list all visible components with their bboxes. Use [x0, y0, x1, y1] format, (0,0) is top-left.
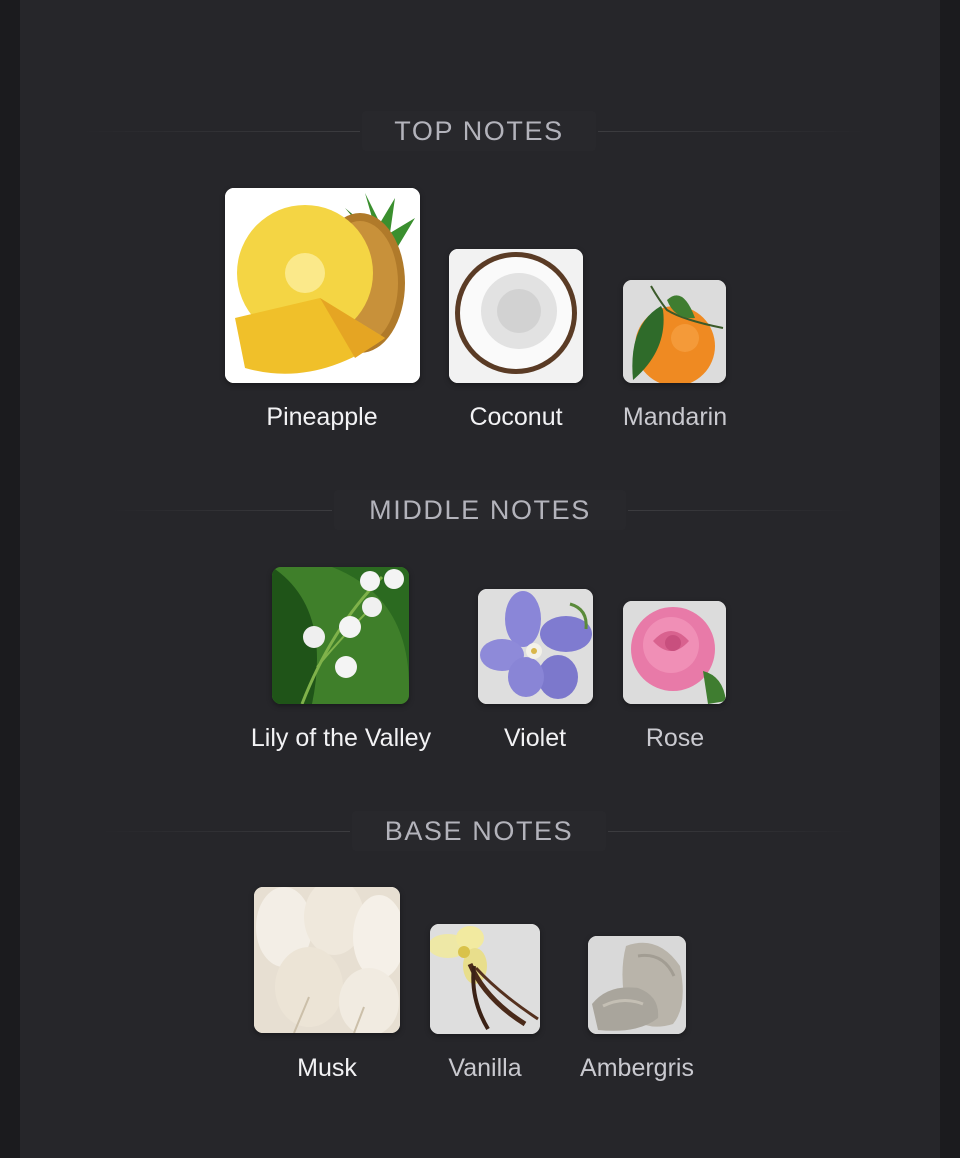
divider-right [598, 131, 868, 132]
musk-icon [254, 887, 400, 1033]
divider-left [80, 131, 360, 132]
section-title: TOP NOTES [362, 111, 596, 151]
base-notes-header: BASE NOTES [20, 811, 940, 851]
right-edge [940, 0, 960, 1158]
section-title: MIDDLE NOTES [334, 490, 626, 530]
mandarin-icon [623, 280, 726, 383]
note-label: Mandarin [622, 403, 728, 431]
coconut-icon [449, 249, 583, 383]
note-label: Musk [297, 1054, 357, 1082]
section-title: BASE NOTES [352, 811, 606, 851]
note-label: Coconut [469, 403, 563, 431]
vanilla-icon [430, 924, 540, 1034]
violet-icon [478, 589, 593, 704]
middle-notes-header: MIDDLE NOTES [20, 490, 940, 530]
note-label: Lily of the Valley [250, 724, 432, 752]
note-label: Ambergris [580, 1054, 694, 1082]
lily-of-the-valley-icon [272, 567, 409, 704]
top-notes-header: TOP NOTES [20, 111, 940, 151]
ambergris-icon [588, 936, 686, 1034]
divider-left [100, 831, 350, 832]
pineapple-icon [225, 188, 420, 383]
divider-right [628, 510, 858, 511]
rose-icon [623, 601, 726, 704]
left-edge [0, 0, 20, 1158]
divider-left [110, 510, 332, 511]
divider-right [608, 831, 858, 832]
note-label: Pineapple [266, 403, 378, 431]
note-label: Violet [503, 724, 567, 752]
note-label: Vanilla [448, 1054, 522, 1082]
note-label: Rose [645, 724, 705, 752]
